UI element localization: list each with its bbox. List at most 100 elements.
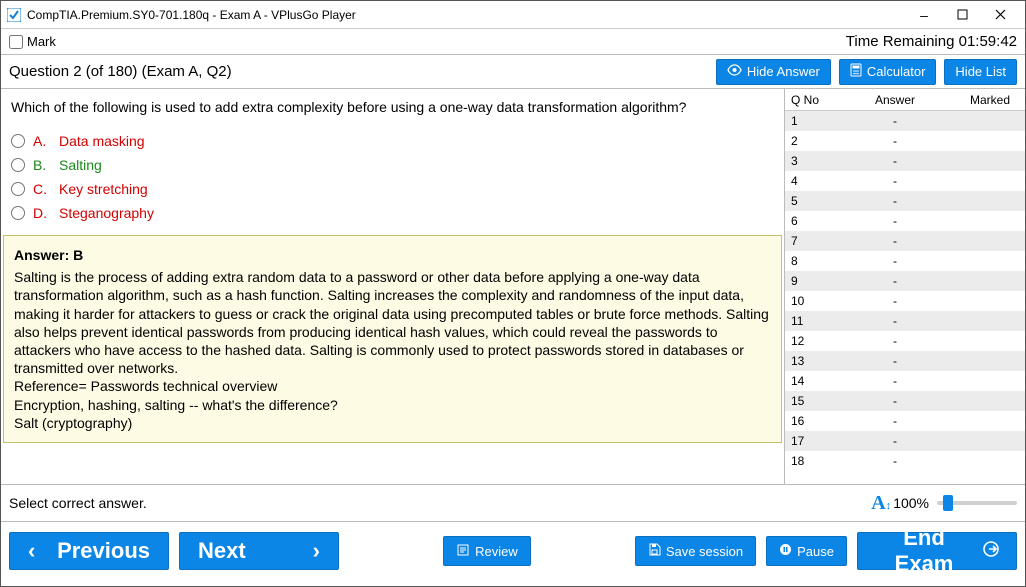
calculator-icon [850, 63, 862, 80]
question-list-pane: Q No Answer Marked 1-2-3-4-5-6-7-8-9-10-… [785, 89, 1025, 484]
mark-checkbox-label[interactable]: Mark [9, 34, 56, 49]
review-button[interactable]: Review [443, 536, 531, 566]
app-logo-icon [7, 8, 21, 22]
list-cell-answer: - [835, 154, 955, 168]
choice-row[interactable]: A. Data masking [11, 129, 774, 153]
list-cell-qno: 4 [785, 174, 835, 188]
zoom-icon[interactable]: A↕ [871, 492, 891, 515]
pause-icon [779, 543, 792, 559]
choice-letter: D. [33, 205, 51, 221]
answer-explanation: Salting is the process of adding extra r… [14, 268, 771, 377]
list-cell-answer: - [835, 254, 955, 268]
choice-letter: B. [33, 157, 51, 173]
list-row[interactable]: 11- [785, 311, 1025, 331]
list-cell-qno: 15 [785, 394, 835, 408]
calculator-button[interactable]: Calculator [839, 59, 937, 85]
save-icon [648, 543, 661, 559]
choice-radio[interactable] [11, 158, 25, 172]
choice-text: Data masking [59, 133, 145, 149]
choice-letter: C. [33, 181, 51, 197]
list-row[interactable]: 10- [785, 291, 1025, 311]
previous-button[interactable]: ‹ Previous [9, 532, 169, 570]
list-header-answer: Answer [835, 93, 955, 107]
zoom-slider-thumb[interactable] [943, 495, 953, 511]
answer-references: Reference= Passwords technical overviewE… [14, 377, 771, 432]
list-cell-answer: - [835, 414, 955, 428]
choice-radio[interactable] [11, 206, 25, 220]
list-cell-qno: 18 [785, 454, 835, 468]
choice-row[interactable]: D.Steganography [11, 201, 774, 225]
next-button[interactable]: Next › [179, 532, 339, 570]
list-row[interactable]: 16- [785, 411, 1025, 431]
list-row[interactable]: 2- [785, 131, 1025, 151]
review-icon [456, 543, 470, 560]
choices-list: A. Data masking B. Salting C. Key stretching D… [1, 129, 784, 235]
list-row[interactable]: 1- [785, 111, 1025, 131]
save-session-button[interactable]: Save session [635, 536, 756, 566]
mark-label: Mark [27, 34, 56, 49]
list-cell-answer: - [835, 134, 955, 148]
window-minimize-button[interactable]: ‒ [905, 3, 943, 27]
list-row[interactable]: 18- [785, 451, 1025, 471]
list-cell-answer: - [835, 174, 955, 188]
list-cell-qno: 5 [785, 194, 835, 208]
list-cell-qno: 16 [785, 414, 835, 428]
list-row[interactable]: 8- [785, 251, 1025, 271]
end-exam-button[interactable]: End Exam [857, 532, 1017, 570]
list-cell-answer: - [835, 274, 955, 288]
list-row[interactable]: 4- [785, 171, 1025, 191]
list-row[interactable]: 12- [785, 331, 1025, 351]
list-row[interactable]: 13- [785, 351, 1025, 371]
list-row[interactable]: 15- [785, 391, 1025, 411]
list-header: Q No Answer Marked [785, 89, 1025, 111]
list-cell-answer: - [835, 434, 955, 448]
status-message: Select correct answer. [9, 495, 147, 511]
window-close-button[interactable] [981, 3, 1019, 27]
answer-box: Answer: B Salting is the process of addi… [3, 235, 782, 443]
choice-radio[interactable] [11, 134, 25, 148]
mark-bar: Mark Time Remaining 01:59:42 [1, 29, 1025, 55]
list-cell-qno: 14 [785, 374, 835, 388]
pause-button[interactable]: Pause [766, 536, 847, 566]
mark-checkbox[interactable] [9, 35, 23, 49]
list-cell-answer: - [835, 454, 955, 468]
list-cell-answer: - [835, 394, 955, 408]
list-cell-qno: 9 [785, 274, 835, 288]
content-area: Which of the following is used to add ex… [1, 89, 1025, 484]
list-cell-answer: - [835, 114, 955, 128]
choice-letter: A. [33, 133, 51, 149]
list-cell-qno: 8 [785, 254, 835, 268]
list-cell-qno: 6 [785, 214, 835, 228]
list-cell-qno: 10 [785, 294, 835, 308]
list-row[interactable]: 9- [785, 271, 1025, 291]
choice-text: Salting [59, 157, 102, 173]
list-row[interactable]: 7- [785, 231, 1025, 251]
question-label: Question 2 (of 180) (Exam A, Q2) [9, 63, 232, 80]
list-row[interactable]: 17- [785, 431, 1025, 451]
list-cell-answer: - [835, 194, 955, 208]
list-body[interactable]: 1-2-3-4-5-6-7-8-9-10-11-12-13-14-15-16-1… [785, 111, 1025, 484]
choice-row[interactable]: C. Key stretching [11, 177, 774, 201]
window-maximize-button[interactable] [943, 3, 981, 27]
choice-row[interactable]: B. Salting [11, 153, 774, 177]
time-remaining: Time Remaining 01:59:42 [846, 33, 1017, 50]
list-row[interactable]: 14- [785, 371, 1025, 391]
choice-radio[interactable] [11, 182, 25, 196]
list-row[interactable]: 3- [785, 151, 1025, 171]
title-bar: CompTIA.Premium.SY0-701.180q - Exam A - … [1, 1, 1025, 29]
list-cell-answer: - [835, 374, 955, 388]
list-cell-qno: 7 [785, 234, 835, 248]
list-cell-qno: 2 [785, 134, 835, 148]
list-row[interactable]: 6- [785, 211, 1025, 231]
hide-answer-button[interactable]: Hide Answer [716, 59, 831, 85]
list-header-qno: Q No [785, 93, 835, 107]
list-cell-answer: - [835, 334, 955, 348]
list-row[interactable]: 5- [785, 191, 1025, 211]
hide-list-button[interactable]: Hide List [944, 59, 1017, 85]
list-cell-qno: 13 [785, 354, 835, 368]
footer-bar: ‹ Previous Next › Review Save session Pa… [1, 522, 1025, 580]
chevron-right-icon: › [313, 538, 320, 564]
list-cell-qno: 12 [785, 334, 835, 348]
zoom-slider[interactable] [937, 501, 1017, 505]
choice-text: Key stretching [59, 181, 148, 197]
